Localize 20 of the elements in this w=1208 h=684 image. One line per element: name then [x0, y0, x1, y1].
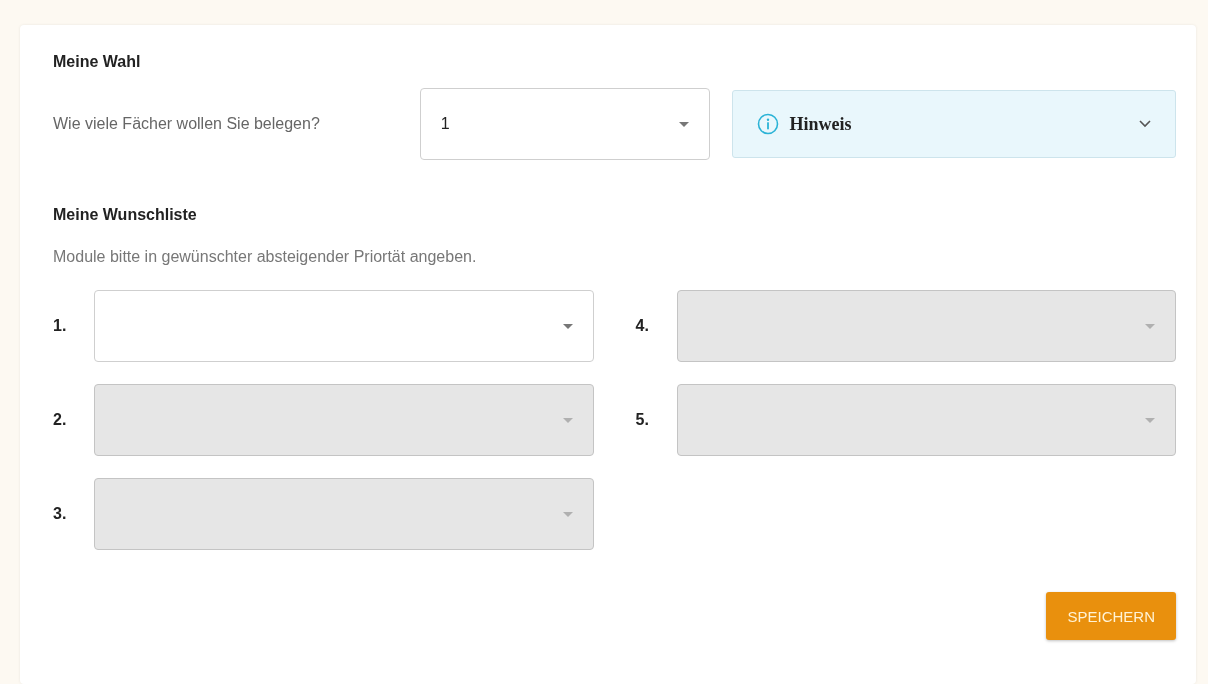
chevron-icon: [1139, 120, 1151, 128]
priority-number: 1.: [53, 317, 68, 335]
info-icon: [757, 113, 780, 135]
caret-icon: [1145, 323, 1155, 329]
priority-number: 4.: [635, 317, 650, 335]
section-title: Meine Wunschliste: [53, 205, 198, 225]
caret-icon: [679, 121, 690, 127]
caret-icon: [562, 417, 573, 423]
notice-expander[interactable]: Hinweis: [732, 90, 1176, 158]
priority-number: 5.: [635, 411, 650, 429]
count-select[interactable]: 1: [419, 88, 711, 160]
priority-number: 3.: [53, 505, 68, 523]
module-select[interactable]: [94, 290, 594, 362]
question-label: Wie viele Fächer wollen Sie belegen?: [53, 115, 321, 133]
priority-number: 2.: [53, 411, 68, 429]
caret-icon: [562, 511, 573, 517]
section-title: Meine Wahl: [53, 52, 142, 72]
description-text: Module bitte in gewünschter absteigender Priortät angeben.: [53, 248, 478, 266]
caret-icon: [1145, 417, 1155, 423]
caret-icon: [562, 323, 573, 329]
